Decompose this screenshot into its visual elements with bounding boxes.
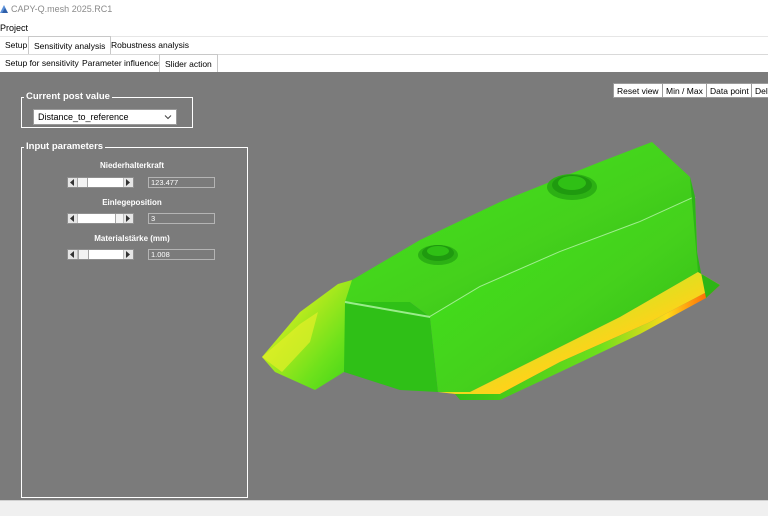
post-value-select[interactable]: Distance_to_reference xyxy=(33,109,177,125)
value-niederhalterkraft[interactable]: 123.477 xyxy=(148,177,215,188)
slider-right-arrow[interactable] xyxy=(123,178,133,187)
slider-right-arrow[interactable] xyxy=(123,250,133,259)
menu-bar: Project xyxy=(0,20,768,37)
slider-right-arrow[interactable] xyxy=(123,214,133,223)
tab-sensitivity-analysis[interactable]: Sensitivity analysis xyxy=(28,36,112,54)
slider-left-arrow[interactable] xyxy=(68,214,78,223)
param-label-materialstaerke: Materialstärke (mm) xyxy=(94,234,170,243)
data-point-button[interactable]: Data point xyxy=(706,83,753,98)
input-parameters-group-title: Input parameters xyxy=(24,141,106,152)
slider-left-arrow[interactable] xyxy=(68,250,78,259)
input-parameters-group: Input parameters Niederhalterkraft 123.4… xyxy=(21,141,248,498)
tab-setup-for-sensitivity[interactable]: Setup for sensitivity xyxy=(0,55,84,71)
delete-button[interactable]: Dele xyxy=(751,83,768,98)
window-title: CAPY-Q.mesh 2025.RC1 xyxy=(11,4,113,14)
tab-slider-action[interactable]: Slider action xyxy=(159,54,218,72)
slider-einlegeposition[interactable] xyxy=(67,213,134,224)
arrow-left-icon xyxy=(70,179,74,186)
viewport-3d[interactable]: Current post value Distance_to_reference… xyxy=(0,72,768,500)
post-value-selected: Distance_to_reference xyxy=(38,112,129,122)
slider-thumb[interactable] xyxy=(78,250,89,259)
post-value-group: Current post value Distance_to_reference xyxy=(21,91,193,128)
param-label-niederhalterkraft: Niederhalterkraft xyxy=(99,161,165,170)
status-bar xyxy=(0,500,768,516)
value-einlegeposition[interactable]: 3 xyxy=(148,213,215,224)
chevron-down-icon xyxy=(164,115,172,120)
slider-niederhalterkraft[interactable] xyxy=(67,177,134,188)
app-icon xyxy=(0,5,8,13)
main-tab-bar: Setup Sensitivity analysis Robustness an… xyxy=(0,36,768,55)
reset-view-button[interactable]: Reset view xyxy=(613,83,663,98)
menu-project[interactable]: Project xyxy=(0,23,28,33)
tab-parameter-influences[interactable]: Parameter influences xyxy=(77,55,167,71)
min-max-button[interactable]: Min / Max xyxy=(662,83,707,98)
slider-materialstaerke[interactable] xyxy=(67,249,134,260)
arrow-left-icon xyxy=(70,251,74,258)
value-materialstaerke[interactable]: 1.008 xyxy=(148,249,215,260)
arrow-right-icon xyxy=(126,215,130,222)
arrow-right-icon xyxy=(126,179,130,186)
sub-tab-bar: Setup for sensitivity Parameter influenc… xyxy=(0,54,768,73)
slider-thumb[interactable] xyxy=(77,178,88,187)
title-bar: CAPY-Q.mesh 2025.RC1 xyxy=(0,0,768,20)
arrow-left-icon xyxy=(70,215,74,222)
tab-robustness-analysis[interactable]: Robustness analysis xyxy=(106,37,194,53)
arrow-right-icon xyxy=(126,251,130,258)
post-value-group-title: Current post value xyxy=(24,91,112,102)
param-label-einlegeposition: Einlegeposition xyxy=(102,198,162,207)
